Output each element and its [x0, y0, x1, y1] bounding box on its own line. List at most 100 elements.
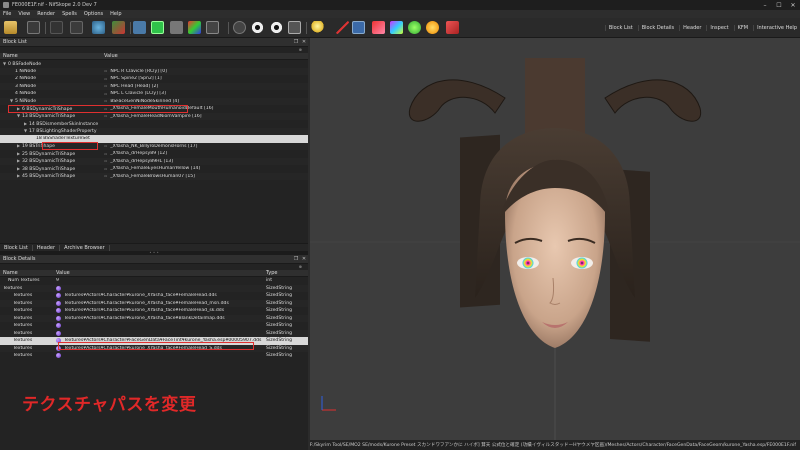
- float-icon[interactable]: ❐: [292, 39, 300, 45]
- tab-header[interactable]: Header: [679, 25, 704, 31]
- menu-view[interactable]: View: [18, 11, 30, 17]
- tree-row[interactable]: ▼ 0 BSFadeNode: [0, 60, 308, 68]
- tree-node-value-text: NPC Head [Head] [2]: [110, 83, 159, 89]
- details-row[interactable]: Textures Textures¥Actors¥Character¥kurone…: [0, 292, 308, 300]
- texture-browse-icon[interactable]: [56, 308, 61, 314]
- texture-browse-icon[interactable]: [56, 285, 61, 291]
- bone-icon[interactable]: [352, 21, 365, 34]
- texture-browse-icon[interactable]: [56, 353, 61, 359]
- eye-icon[interactable]: [251, 21, 264, 34]
- texture-icon[interactable]: [372, 21, 385, 34]
- menu-file[interactable]: File: [3, 11, 11, 17]
- details-row[interactable]: Textures Textures¥Actors¥Character¥kurone…: [0, 307, 308, 315]
- column-value[interactable]: Value: [56, 270, 266, 276]
- tree-node-value-text: _XYasha_NK_BillyroDemonsHorns [17]: [110, 143, 198, 149]
- tree-row[interactable]: ▶ 38 BSDynamicTriShape ▭ _XYasha_FemaleEyes…: [0, 165, 308, 173]
- tab-inspect[interactable]: Inspect: [706, 25, 731, 31]
- tab-block-list[interactable]: Block List: [604, 25, 636, 31]
- cube-blue-icon[interactable]: [133, 21, 146, 34]
- close-button[interactable]: ✕: [786, 2, 800, 9]
- save-icon[interactable]: [27, 21, 40, 34]
- tree-row[interactable]: ▼ 5 NiNode ▭ BSFaceGenNiNodeSkinned [4]: [0, 97, 308, 105]
- details-row[interactable]: Textures SizedString: [0, 284, 308, 292]
- menu-render[interactable]: Render: [37, 11, 55, 17]
- tree-row[interactable]: ▼ 13 BSDynamicTriShape ▭ _XYasha_FemaleHead…: [0, 112, 308, 120]
- details-field-value[interactable]: Textures¥Actors¥Character¥kurone_XYasha_…: [56, 315, 266, 321]
- details-value-text: Textures¥Actors¥Character¥kurone_XYasha_…: [64, 300, 229, 306]
- transform-icon[interactable]: [112, 21, 125, 34]
- tree-node-value: ▭ _XYasha_FemaleHeadNiomVampire [16]: [104, 114, 308, 119]
- render-viewport[interactable]: [310, 38, 800, 440]
- show-hidden-icon[interactable]: [233, 21, 246, 34]
- open-folder-icon[interactable]: [4, 21, 17, 34]
- ruler-icon[interactable]: [50, 21, 63, 34]
- details-field-value[interactable]: Textures¥Actors¥Character¥kurone_XYasha_…: [56, 308, 266, 314]
- tree-row[interactable]: 2 NiNode ▭ NPC Spine2 [Spn2] [1]: [0, 75, 308, 83]
- details-field-type: SizedString: [266, 353, 293, 359]
- details-field-value[interactable]: [56, 330, 266, 336]
- details-field-value[interactable]: [56, 285, 266, 291]
- eye-box-icon[interactable]: [288, 21, 301, 34]
- float-icon[interactable]: ❐: [292, 256, 300, 262]
- details-row[interactable]: Textures SizedString: [0, 322, 308, 330]
- tab-archive-browser[interactable]: Archive Browser: [60, 244, 110, 251]
- details-field-value[interactable]: 9: [56, 278, 266, 283]
- texture-browse-icon[interactable]: [56, 293, 61, 299]
- tree-node-value: ▭ NPC Head [Head] [2]: [104, 84, 308, 89]
- cube-color-icon[interactable]: [188, 21, 201, 34]
- minimize-button[interactable]: –: [758, 2, 772, 9]
- details-row[interactable]: Textures Textures¥Actors¥Character¥kurone…: [0, 314, 308, 322]
- tree-row[interactable]: 4 NiNode ▭ NPC L Clavicle [LCly] [3]: [0, 90, 308, 98]
- eye-nodes-icon[interactable]: [270, 21, 283, 34]
- view-mode-icon[interactable]: [92, 21, 105, 34]
- details-row[interactable]: Textures SizedString: [0, 329, 308, 337]
- select-object-icon[interactable]: [70, 21, 83, 34]
- tree-node-label: 17 BSLightingShaderProperty: [29, 129, 97, 135]
- close-panel-icon[interactable]: ✕: [300, 39, 308, 45]
- details-field-value[interactable]: [56, 323, 266, 329]
- wand-icon[interactable]: [336, 21, 349, 34]
- details-row[interactable]: Num Textures 9 int: [0, 277, 308, 285]
- tree-row[interactable]: 1 NiNode ▭ NPC R Clavicle [RCly] [0]: [0, 67, 308, 75]
- details-row[interactable]: Textures Textures¥Actors¥Character¥kurone…: [0, 299, 308, 307]
- details-field-value[interactable]: [56, 353, 266, 359]
- tree-row[interactable]: 3 NiNode ▭ NPC Head [Head] [2]: [0, 82, 308, 90]
- menu-options[interactable]: Options: [84, 11, 103, 17]
- vertex-color-icon[interactable]: [390, 21, 403, 34]
- column-name[interactable]: Name: [0, 270, 56, 276]
- close-panel-icon[interactable]: ✕: [300, 256, 308, 262]
- wireframe-icon[interactable]: [206, 21, 219, 34]
- tree-row[interactable]: ▶ 25 BSDynamicTriShape ▭ _XYasha_drHepsy89 …: [0, 150, 308, 158]
- details-row[interactable]: Textures SizedString: [0, 352, 308, 360]
- link-icon: ▭: [104, 99, 108, 104]
- column-value[interactable]: Value: [104, 53, 308, 59]
- cube-green-icon[interactable]: [151, 21, 164, 34]
- details-field-value[interactable]: Textures¥Actors¥Character¥kurone_XYasha_…: [56, 293, 266, 299]
- tree-node-value-text: BSFaceGenNiNodeSkinned [4]: [110, 98, 180, 104]
- lightbulb-icon[interactable]: [311, 21, 324, 34]
- tab-kfm[interactable]: KFM: [733, 25, 751, 31]
- maximize-button[interactable]: ☐: [772, 2, 786, 9]
- menu-help[interactable]: Help: [110, 11, 121, 17]
- details-field-name: Textures: [13, 353, 33, 359]
- column-name[interactable]: Name: [0, 53, 104, 59]
- texture-browse-icon[interactable]: [56, 323, 61, 329]
- tree-row[interactable]: ▶ 14 BSDismemberSkinInstance: [0, 120, 308, 128]
- cube-gray-icon[interactable]: [170, 21, 183, 34]
- menu-spells[interactable]: Spells: [62, 11, 77, 17]
- tab-header-bottom[interactable]: Header: [33, 244, 61, 251]
- column-type[interactable]: Type: [266, 270, 308, 276]
- tab-block-details[interactable]: Block Details: [637, 25, 677, 31]
- tree-row[interactable]: ▶ 32 BSDynamicTriShape ▭ _XYasha_drHepsy89H…: [0, 157, 308, 165]
- specular-icon[interactable]: [408, 21, 421, 34]
- tab-interactive-help[interactable]: Interactive Help: [753, 25, 800, 31]
- cubemap-icon[interactable]: [446, 21, 459, 34]
- details-field-value[interactable]: Textures¥Actors¥Character¥kurone_XYasha_…: [56, 300, 266, 306]
- tree-row[interactable]: ▶ 45 BSDynamicTriShape ▭ _XYasha_FemaleBrow…: [0, 172, 308, 180]
- glow-icon[interactable]: [426, 21, 439, 34]
- texture-browse-icon[interactable]: [56, 315, 61, 321]
- texture-browse-icon[interactable]: [56, 330, 61, 336]
- texture-browse-icon[interactable]: [56, 300, 61, 306]
- tab-block-list-bottom[interactable]: Block List: [0, 244, 33, 251]
- tree-row[interactable]: ▼ 17 BSLightingShaderProperty: [0, 127, 308, 135]
